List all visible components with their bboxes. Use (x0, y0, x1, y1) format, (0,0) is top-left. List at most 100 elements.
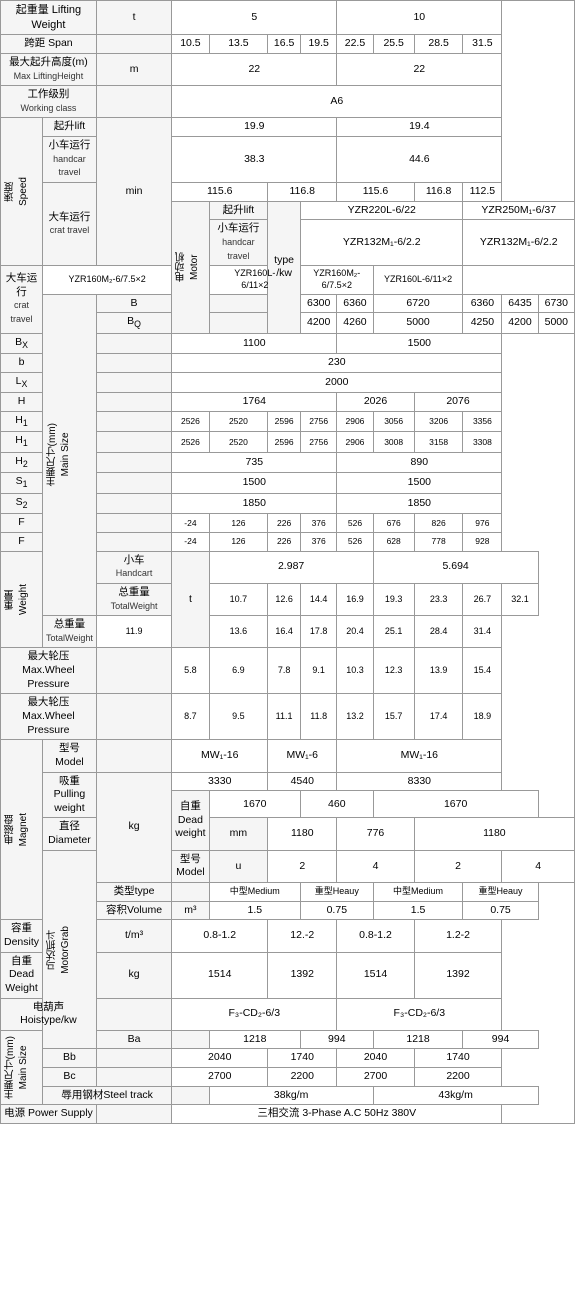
span-5t-3: 16.5 (268, 35, 301, 54)
main-size-outer-label: 主要尺寸(mm)Main Size (43, 294, 97, 616)
size-F-5t-5: 526 (337, 514, 373, 533)
size-F-5t-2: 126 (209, 514, 268, 533)
size-F-10t-2: 126 (209, 532, 268, 551)
size-BQ-unit (209, 313, 268, 333)
mg-type-label: 类型type (96, 883, 171, 902)
span-5t-7: 28.5 (414, 35, 463, 54)
mg-den-10t-1: 0.8-1.2 (337, 920, 414, 952)
max-wheel2-unit (96, 694, 171, 740)
mg-type-5t-2: 重型Heauy (301, 883, 374, 902)
wt-5t-1: 10.7 (209, 583, 268, 615)
size-F-5t-7: 826 (414, 514, 463, 533)
size-S1-unit (96, 473, 171, 493)
size-F-5t-6: 676 (373, 514, 414, 533)
hoist-Ba-unit (172, 1030, 209, 1049)
wt-5t-2: 12.6 (268, 583, 301, 615)
size-B-10t-1: 6360 (463, 294, 502, 313)
span-5t-8: 31.5 (463, 35, 502, 54)
mg-type-unit (172, 883, 209, 902)
size-H-5t: 1764 (172, 393, 337, 412)
size-F-5t-8: 976 (463, 514, 502, 533)
wt-10t-6: 25.1 (373, 616, 414, 648)
size-LX-unit (96, 372, 171, 392)
hoist-5t: F₃-CD₂-6/3 (172, 998, 337, 1030)
speed-lift-label: 起升lift (43, 118, 97, 137)
mg-model-label: 型号Model (172, 850, 209, 882)
size-H1b-2: 2520 (209, 432, 268, 452)
wt-5t-3: 14.4 (301, 583, 337, 615)
wt-10t-5: 20.4 (337, 616, 373, 648)
magnet-outer-label: 电磁盘Magnet (1, 740, 43, 920)
size-F-10t-5: 526 (337, 532, 373, 551)
mwp-5t-5: 10.3 (337, 648, 373, 694)
wt-5t-5: 19.3 (373, 583, 414, 615)
speed-lift-5t: 19.9 (172, 118, 337, 137)
mg-vol-10t-1: 1.5 (373, 901, 463, 920)
size-F-label: F (1, 514, 43, 533)
power-unit (96, 1105, 171, 1124)
size-H-unit (96, 393, 171, 412)
mg-density-unit: t/m³ (96, 920, 171, 952)
motor-crat-10t-1: YZR160M₂-6/7.5×2 (301, 266, 374, 294)
size-B-5t-3: 6720 (373, 294, 463, 313)
size-S1-label: S1 (1, 473, 43, 493)
magnet-dead-5t-1: 1670 (209, 791, 300, 818)
rail-5t: 38kg/m (209, 1086, 373, 1105)
weight-handcart-label: 小车Handcart (96, 551, 171, 583)
mwp-10t-8: 18.9 (463, 694, 502, 740)
mg-den-10t-2: 1.2-2 (414, 920, 502, 952)
wt-10t-1: 11.9 (96, 616, 171, 648)
wt-5t-8: 32.1 (502, 583, 538, 615)
size-H1-3: 2596 (268, 411, 301, 431)
magnet-pulling-5t-1: 3330 (172, 772, 268, 791)
max-wheel-unit (96, 648, 171, 694)
magnet-model-5t-2: MW₁-6 (268, 740, 337, 772)
speed-lift-10t: 19.4 (337, 118, 502, 137)
size-H1-7: 3206 (414, 411, 463, 431)
speed-unit: min (96, 118, 171, 266)
specs-table: 起重量 Lifting Weight t 5 10 跨距 Span 10.5 1… (0, 0, 575, 1124)
motor-handcar-label: 小车运行handcartravel (209, 220, 268, 266)
size-BX-label: BX (1, 333, 43, 353)
mwp-10t-5: 13.2 (337, 694, 373, 740)
hoist-Ba-10t-1: 1218 (373, 1030, 463, 1049)
speed-handcar-10t: 44.6 (337, 137, 502, 183)
size-H1b-5: 2906 (337, 432, 373, 452)
magnet-kg-unit: kg (96, 772, 171, 882)
hoist-Bb-5t-1: 2040 (172, 1049, 268, 1068)
mg-den-5t-2: 12.-2 (268, 920, 337, 952)
working-class-unit (96, 86, 171, 118)
size-H1-unit (96, 411, 171, 431)
mwp-10t-4: 11.8 (301, 694, 337, 740)
lw-5t: 5 (172, 1, 337, 35)
mg-vol-5t-2: 0.75 (301, 901, 374, 920)
speed-label: 速度Speed (1, 118, 43, 266)
size-B-5t-2: 6360 (337, 294, 373, 313)
span-5t-6: 25.5 (373, 35, 414, 54)
hoist-Ba-5t-1: 1218 (209, 1030, 300, 1049)
hoist-label: 电葫声 Hoistype/kw (1, 998, 97, 1030)
size-F2-unit (96, 532, 171, 551)
mg-dead-5t-2: 1392 (268, 952, 337, 998)
wt-10t-7: 28.4 (414, 616, 463, 648)
magnet-mm-unit: mm (209, 818, 268, 850)
wt-10t-8: 31.4 (463, 616, 502, 648)
magnet-model-5t-1: MW₁-16 (172, 740, 268, 772)
size-S1-5t: 1500 (172, 473, 337, 493)
lifting-weight-label: 起重量 Lifting Weight (1, 1, 97, 35)
mg-volume-label: 容积Volume (96, 901, 171, 920)
mwp-10t-7: 17.4 (414, 694, 463, 740)
size-B-label: B (96, 294, 171, 313)
magnet-pulling-5t-2: 4540 (268, 772, 337, 791)
motor-crat-10t-2: YZR160L-6/11×2 (373, 266, 463, 294)
span-unit (96, 35, 171, 54)
hoist-Bc-5t-1: 2700 (172, 1068, 268, 1087)
weight-outer-label: 重量Weight (1, 551, 43, 648)
weight-total2-label: 总重量TotalWeight (43, 616, 97, 648)
size-BQ-10t-3: 5000 (538, 313, 574, 333)
max-lift-unit: m (96, 53, 171, 85)
size-B-10t-3: 6730 (538, 294, 574, 313)
mg-den-5t-1: 0.8-1.2 (172, 920, 268, 952)
wt-10t-2: 13.6 (209, 616, 268, 648)
span-5t-1: 10.5 (172, 35, 209, 54)
